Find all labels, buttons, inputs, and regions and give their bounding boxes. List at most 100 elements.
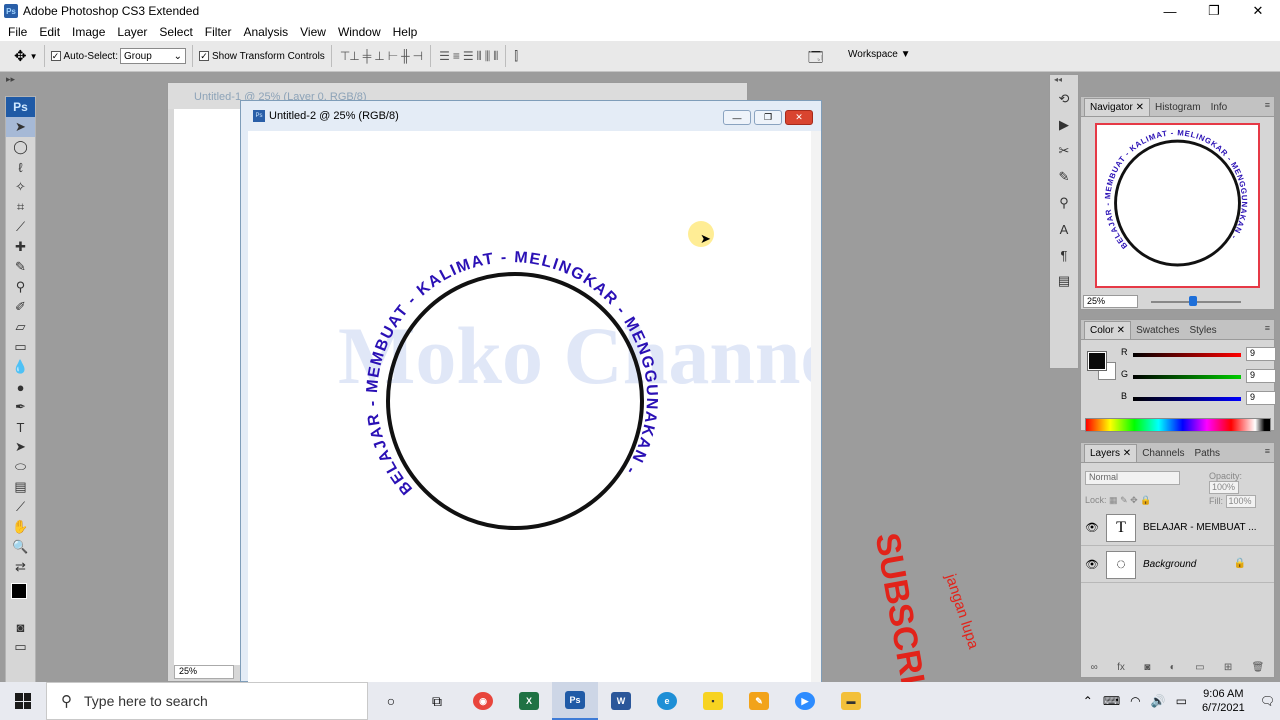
lock-position-icon[interactable]: ✥ <box>1130 495 1138 505</box>
restore-button[interactable]: ❐ <box>1192 0 1236 22</box>
actions-panel-icon[interactable]: ▶ <box>1050 114 1078 136</box>
lasso-tool-icon[interactable]: ℓ <box>6 157 35 177</box>
bridge-icon[interactable]: 🗔 <box>808 47 823 71</box>
move-tool-icon[interactable]: ✥ <box>14 47 27 65</box>
tab-paths[interactable]: Paths <box>1189 445 1225 462</box>
shape-tool-icon[interactable]: ⬭ <box>6 457 35 477</box>
blue-value-field[interactable]: 9 <box>1246 391 1276 405</box>
toolbox-grip-icon[interactable]: ▸▸ <box>0 74 44 94</box>
green-slider[interactable] <box>1133 375 1241 379</box>
tool-presets-icon[interactable]: ✂ <box>1050 140 1078 162</box>
panel-menu-icon[interactable]: ≡ <box>1265 323 1270 333</box>
tab-channels[interactable]: Channels <box>1137 445 1189 462</box>
sticky-notes-icon[interactable]: ▪ <box>690 682 736 720</box>
brush-tool-icon[interactable]: ✎ <box>6 257 35 277</box>
taskbar-search[interactable]: ⚲ Type here to search <box>46 682 368 720</box>
auto-align-icon[interactable]: ⫿ <box>514 49 518 64</box>
screen-mode-icon[interactable]: ▭ <box>6 637 35 657</box>
tab-styles[interactable]: Styles <box>1184 322 1221 339</box>
wifi-icon[interactable]: ◠ <box>1130 694 1140 708</box>
layer-row-text[interactable]: 👁 T BELAJAR - MEMBUAT ... <box>1081 510 1274 546</box>
navigator-preview[interactable]: BELAJAR - MEMBUAT - KALIMAT - MELINGKAR … <box>1094 118 1260 288</box>
navigator-zoom-knob[interactable] <box>1189 296 1197 306</box>
pen-tool-icon[interactable]: ✒ <box>6 397 35 417</box>
gradient-tool-icon[interactable]: ▭ <box>6 337 35 357</box>
align-top-icon[interactable]: ⊤⊥ <box>340 49 360 63</box>
menu-layer[interactable]: Layer <box>111 25 153 39</box>
adjustment-layer-icon[interactable]: ◐ <box>1170 662 1176 673</box>
cortana-icon[interactable]: ○ <box>368 682 414 720</box>
delete-layer-icon[interactable]: 🗑 <box>1252 662 1265 673</box>
align-vcenter-icon[interactable]: ╪ <box>363 49 371 63</box>
menu-image[interactable]: Image <box>66 25 111 39</box>
hand-tool-icon[interactable]: ✋ <box>6 517 35 537</box>
character-panel-icon[interactable]: A <box>1050 218 1078 240</box>
new-layer-icon[interactable]: ⊞ <box>1224 662 1232 673</box>
navigator-zoom-field[interactable]: 25% <box>1083 295 1138 308</box>
excel-icon[interactable]: X <box>506 682 552 720</box>
close-button[interactable]: ✕ <box>1236 0 1280 22</box>
volume-icon[interactable]: 🔊 <box>1151 694 1166 708</box>
quick-mask-icon[interactable]: ◙ <box>6 617 35 637</box>
blend-mode-dropdown[interactable]: Normal <box>1085 471 1180 485</box>
tab-color[interactable]: Color ✕ <box>1084 321 1132 339</box>
magic-wand-icon[interactable]: ✧ <box>6 177 35 197</box>
blue-slider[interactable] <box>1133 397 1241 401</box>
lock-image-icon[interactable]: ✎ <box>1120 495 1128 505</box>
show-transform-checkbox[interactable]: ✓ Show Transform Controls <box>198 51 325 62</box>
layer-style-icon[interactable]: fx <box>1117 662 1125 673</box>
layer-comps-icon[interactable]: ▤ <box>1050 270 1078 292</box>
history-panel-icon[interactable]: ⟲ <box>1050 88 1078 110</box>
tool-preset-chevron-icon[interactable]: ▼ <box>30 52 38 61</box>
red-slider[interactable] <box>1133 353 1241 357</box>
notes-tool-icon[interactable]: ▤ <box>6 477 35 497</box>
clone-stamp-icon[interactable]: ⚲ <box>6 277 35 297</box>
distribute-top-icon[interactable]: ☰ <box>439 49 450 63</box>
edge-icon[interactable]: e <box>644 682 690 720</box>
foreground-color[interactable] <box>11 583 27 599</box>
lock-transparency-icon[interactable]: ▦ <box>1109 495 1118 505</box>
tab-layers[interactable]: Layers ✕ <box>1084 444 1138 462</box>
task-view-icon[interactable]: ⧉ <box>414 682 460 720</box>
align-left-icon[interactable]: ⊢ <box>388 49 399 63</box>
auto-select-dropdown[interactable]: Group ⌄ <box>119 48 186 64</box>
vertical-scrollbar[interactable] <box>811 131 821 683</box>
dock-collapse-icon[interactable]: ◂◂ <box>1050 75 1078 84</box>
menu-file[interactable]: File <box>2 25 33 39</box>
dodge-tool-icon[interactable]: ● <box>6 377 35 397</box>
layer-row-background[interactable]: 👁 ◌ Background 🔒 <box>1081 547 1274 583</box>
swap-colors-icon[interactable]: ⇄ <box>6 557 35 577</box>
green-value-field[interactable]: 9 <box>1246 369 1276 383</box>
clone-source-icon[interactable]: ⚲ <box>1050 192 1078 214</box>
word-icon[interactable]: W <box>598 682 644 720</box>
tab-info[interactable]: Info <box>1206 99 1233 116</box>
doc-maximize-button[interactable]: ❐ <box>754 110 782 125</box>
document-1-zoom[interactable]: 25% <box>174 665 234 679</box>
menu-help[interactable]: Help <box>387 25 424 39</box>
history-brush-icon[interactable]: ✐ <box>6 297 35 317</box>
tab-swatches[interactable]: Swatches <box>1131 322 1184 339</box>
slice-tool-icon[interactable]: ⟋ <box>6 217 35 237</box>
link-layers-icon[interactable]: ∞ <box>1091 662 1098 673</box>
auto-select-checkbox[interactable]: ✓ Auto-Select: <box>50 51 118 62</box>
distribute-left-icon[interactable]: ⫴ <box>477 49 482 64</box>
opacity-field[interactable]: 100% <box>1209 481 1239 494</box>
doc-close-button[interactable]: ✕ <box>785 110 813 125</box>
foreground-color-chip[interactable] <box>1087 351 1107 371</box>
visibility-eye-icon[interactable]: 👁 <box>1085 521 1099 534</box>
blur-tool-icon[interactable]: 💧 <box>6 357 35 377</box>
tab-navigator[interactable]: Navigator ✕ <box>1084 98 1150 116</box>
tab-histogram[interactable]: Histogram <box>1150 99 1206 116</box>
menu-edit[interactable]: Edit <box>33 25 66 39</box>
distribute-hcenter-icon[interactable]: ⫼ <box>485 49 490 64</box>
menu-filter[interactable]: Filter <box>199 25 238 39</box>
menu-select[interactable]: Select <box>153 25 198 39</box>
doc-minimize-button[interactable]: — <box>723 110 751 125</box>
start-button[interactable] <box>0 682 46 720</box>
language-icon[interactable]: ▭ <box>1176 694 1187 708</box>
zoom-tool-icon[interactable]: 🔍 <box>6 537 35 557</box>
red-value-field[interactable]: 9 <box>1246 347 1276 361</box>
distribute-right-icon[interactable]: ⫴ <box>493 49 498 64</box>
move-tool-icon[interactable]: ➤ <box>6 117 35 137</box>
lock-all-icon[interactable]: 🔒 <box>1140 495 1151 505</box>
